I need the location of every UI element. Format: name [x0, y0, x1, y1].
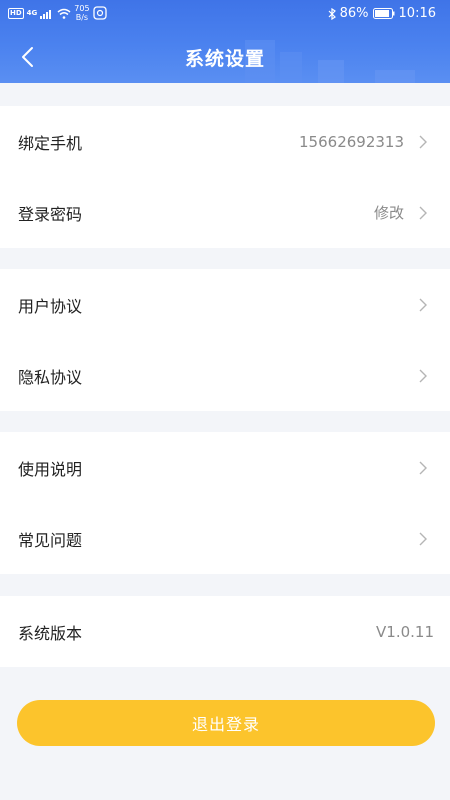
user-agreement-label: 用户协议 — [18, 296, 83, 316]
hd-badge: HD — [8, 7, 24, 19]
net-speed-value: 705 — [74, 4, 90, 13]
help-section: 使用说明 常见问题 — [0, 432, 450, 574]
logout-button[interactable]: 退出登录 — [17, 700, 435, 746]
faq-label: 常见问题 — [18, 530, 83, 550]
chevron-right-icon — [419, 206, 427, 219]
battery-percent: 86% — [339, 6, 369, 21]
user-agreement-row[interactable]: 用户协议 — [0, 269, 450, 340]
system-version-label: 系统版本 — [18, 623, 83, 643]
bluetooth-icon — [328, 7, 336, 20]
version-section: 系统版本 V1.0.11 — [0, 596, 450, 667]
usage-guide-label: 使用说明 — [18, 459, 83, 479]
chevron-right-icon — [419, 298, 427, 311]
net-speed-unit: B/s — [75, 13, 89, 22]
chevron-right-icon — [419, 532, 427, 545]
signal-icon — [40, 9, 52, 19]
wifi-icon — [57, 8, 71, 19]
login-password-row[interactable]: 登录密码 修改 — [0, 177, 450, 248]
faq-row[interactable]: 常见问题 — [0, 503, 450, 574]
page-title: 系统设置 — [184, 48, 265, 70]
login-password-label: 登录密码 — [18, 204, 83, 224]
network-type: 4G — [26, 9, 38, 17]
status-bar: HD 4G 705 B/s 86% 10:16 — [0, 0, 450, 30]
bind-phone-row[interactable]: 绑定手机 15662692313 — [0, 106, 450, 177]
agreements-section: 用户协议 隐私协议 — [0, 269, 450, 411]
system-version-row: 系统版本 V1.0.11 — [0, 596, 450, 667]
app-notification-icon — [92, 6, 107, 20]
battery-icon — [372, 8, 395, 19]
header: HD 4G 705 B/s 86% 10:16 系统设置 — [0, 0, 450, 83]
status-time: 10:16 — [398, 6, 436, 21]
usage-guide-row[interactable]: 使用说明 — [0, 432, 450, 503]
chevron-right-icon — [419, 135, 427, 148]
login-password-value: 修改 — [373, 204, 404, 222]
system-version-value: V1.0.11 — [376, 622, 434, 641]
chevron-right-icon — [419, 369, 427, 382]
net-speed: 705 B/s — [74, 4, 89, 22]
privacy-agreement-label: 隐私协议 — [18, 367, 83, 387]
account-section: 绑定手机 15662692313 登录密码 修改 — [0, 106, 450, 248]
chevron-right-icon — [419, 461, 427, 474]
privacy-agreement-row[interactable]: 隐私协议 — [0, 340, 450, 411]
bind-phone-label: 绑定手机 — [18, 133, 83, 153]
bind-phone-value: 15662692313 — [299, 132, 404, 151]
